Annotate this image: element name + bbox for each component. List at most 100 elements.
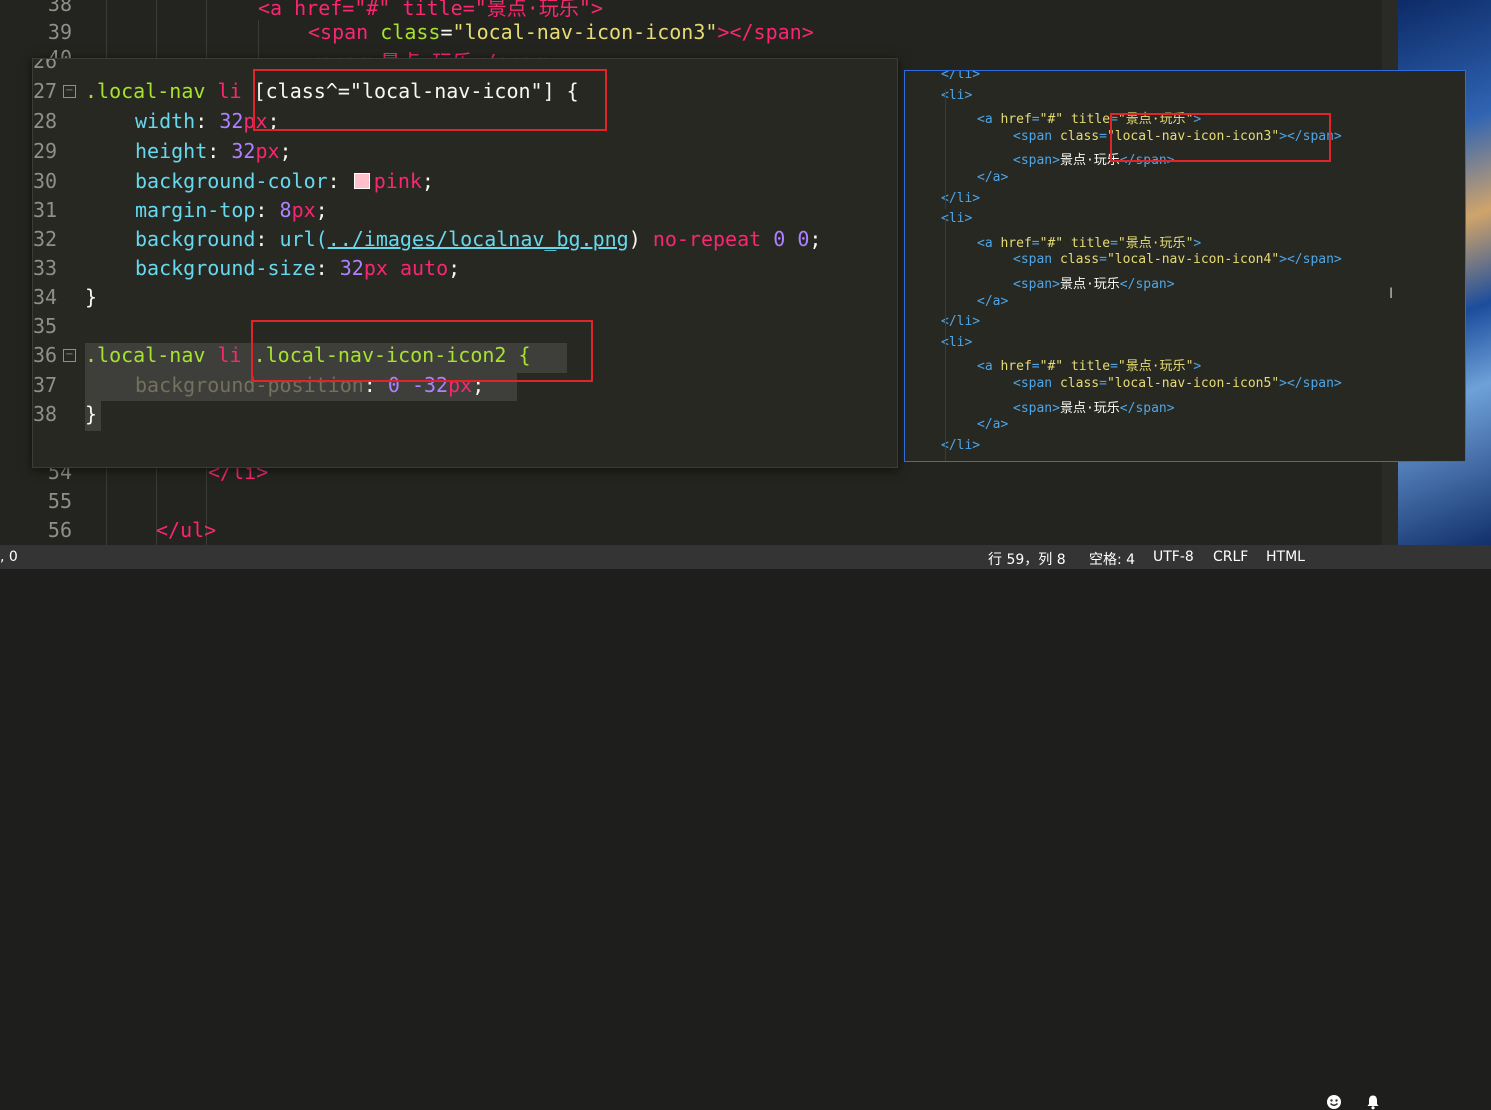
html-tag: ></span> [1279, 252, 1342, 268]
line-number: 38 [47, 0, 72, 16]
html-attr: href [1000, 235, 1032, 251]
html-tag: </li> [941, 437, 981, 453]
css-value: 32 [231, 139, 256, 163]
smiley-feedback-icon[interactable] [1326, 1094, 1342, 1110]
line-number: 55 [47, 489, 72, 513]
html-tag: <span> [1013, 400, 1060, 416]
html-code-line: <span>景点·玩乐</span> [1013, 397, 1175, 416]
line-number: 31 [33, 198, 58, 222]
html-tag: = [1031, 112, 1040, 128]
code-token: </ul> [156, 518, 217, 542]
indentation-setting[interactable]: 空格: 4 [1089, 549, 1135, 569]
css-selector: .local-nav [85, 343, 206, 367]
html-tag: <span [1013, 376, 1060, 391]
line-ending-setting[interactable]: CRLF [1213, 549, 1248, 565]
html-tag: </span> [1119, 277, 1175, 292]
css-value: 8 [279, 198, 292, 222]
html-tag: </li> [941, 314, 981, 330]
css-line-30: background-color: pink; [135, 169, 434, 193]
line-number: 37 [33, 373, 58, 397]
html-string: " [1055, 235, 1071, 251]
html-attr: href [1000, 112, 1032, 128]
css-selector: li [205, 79, 254, 103]
html-code-line: </a> [977, 417, 1008, 432]
html-tag: ></span> [1279, 376, 1342, 391]
language-mode[interactable]: HTML [1266, 549, 1305, 565]
html-string: " [1106, 376, 1115, 391]
html-code-line: </li> [941, 314, 980, 329]
html-tag: </a> [977, 170, 1009, 185]
css-property: margin-top [135, 198, 256, 222]
html-attr: title [1070, 112, 1111, 128]
html-text: 景点·玩乐 [1059, 400, 1120, 416]
code-token: class [368, 20, 441, 44]
html-string: " [1117, 235, 1126, 251]
line-number: 38 [33, 402, 58, 426]
cursor-position[interactable]: 行 59，列 8 [988, 549, 1066, 569]
css-unit: px [291, 198, 316, 222]
html-attr: href [1000, 359, 1032, 375]
text-cursor-icon: I [1389, 286, 1394, 302]
html-tag: </li> [941, 190, 981, 206]
css-value: pink [373, 169, 422, 193]
html-string: " [1055, 112, 1071, 128]
line-number: 28 [33, 109, 58, 133]
code-token: <span [308, 20, 369, 44]
html-tag: = [1110, 235, 1118, 251]
code-line-38: <a href="#" title="景点·玩乐"> [258, 0, 603, 21]
css-value: 0 0 [773, 227, 810, 251]
indent-guide [945, 343, 946, 461]
html-attr: class [1059, 128, 1100, 144]
code-line-39: <span class="local-nav-icon-icon3"></spa… [308, 20, 814, 44]
html-code-line: </a> [977, 294, 1008, 309]
html-tag: <a [977, 235, 1001, 251]
html-peek-popup[interactable]: </li> <li> <a href="#" title="景点·玩乐"> <span… [904, 70, 1466, 462]
html-string: local-nav-icon-icon4 [1114, 252, 1272, 268]
html-string: " [1106, 252, 1115, 268]
css-selector: li [205, 343, 254, 367]
indent-guide [945, 219, 946, 339]
html-string: " [1117, 359, 1126, 375]
css-unit: px [255, 139, 280, 163]
css-function: ) [628, 227, 641, 251]
html-attr: title [1070, 359, 1111, 375]
html-tag: <span> [1013, 277, 1060, 292]
css-line-34: } [85, 285, 97, 309]
line-number: 36 [33, 343, 58, 367]
css-value: auto [399, 256, 449, 280]
html-code-line: <a href="#" title="景点·玩乐"> [977, 355, 1201, 374]
html-code-line: </a> [977, 170, 1008, 185]
css-url-link[interactable]: ../images/localnav_bg.png [328, 227, 629, 251]
line-number: 33 [33, 256, 58, 280]
css-line-31: margin-top: 8px; [135, 198, 328, 222]
fold-toggle-icon[interactable]: − [63, 85, 76, 98]
html-attr: class [1059, 252, 1100, 268]
code-token: ></span> [717, 20, 814, 44]
status-left: , 0 [0, 549, 18, 565]
html-tag: </a> [977, 293, 1009, 309]
css-peek-popup[interactable]: 26 27 28 29 30 31 32 33 34 35 36 37 38 − − .local-na… [32, 58, 898, 468]
html-tag: </a> [977, 417, 1009, 433]
css-unit: px [363, 256, 388, 280]
html-string: " [1055, 359, 1071, 375]
color-swatch-icon[interactable] [353, 173, 370, 189]
html-tag: > [1193, 235, 1202, 251]
bell-notification-icon[interactable] [1365, 1094, 1381, 1110]
line-number: 30 [33, 169, 58, 193]
html-tag: <span> [1013, 153, 1060, 169]
css-property: background-size [135, 256, 316, 280]
html-attr: title [1070, 235, 1111, 251]
code-token: = [440, 20, 453, 44]
css-function: url( [279, 227, 328, 251]
html-code-line: <a href="#" title="景点·玩乐"> [977, 232, 1201, 251]
line-number: 27 [33, 79, 58, 103]
css-line-33: background-size: 32px auto; [135, 256, 461, 280]
annotation-box [253, 69, 607, 131]
annotation-box [1110, 113, 1331, 162]
html-string: local-nav-icon-icon5 [1114, 376, 1272, 391]
line-number: 29 [33, 139, 58, 163]
fold-toggle-icon[interactable]: − [63, 349, 76, 362]
html-tag: <a [977, 112, 1001, 128]
encoding-setting[interactable]: UTF-8 [1153, 549, 1194, 565]
html-tag: = [1110, 359, 1118, 375]
